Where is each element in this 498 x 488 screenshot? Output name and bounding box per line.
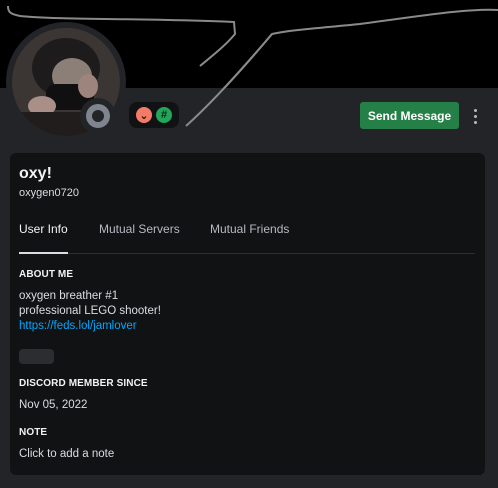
profile-tabs: User Info Mutual Servers Mutual Friends [19, 221, 475, 254]
send-message-button[interactable]: Send Message [360, 102, 459, 129]
badge-list: ⌄ # [129, 102, 179, 128]
profile-card: oxy! oxygen0720 User Info Mutual Servers… [10, 153, 485, 475]
role-pill [19, 349, 54, 364]
member-since-heading: DISCORD MEMBER SINCE [19, 378, 148, 389]
note-heading: NOTE [19, 427, 48, 438]
username: oxygen0720 [19, 187, 79, 199]
tab-mutual-friends[interactable]: Mutual Friends [210, 222, 289, 254]
note-input[interactable]: Click to add a note [19, 447, 114, 462]
offline-status-icon [86, 104, 110, 128]
about-line-2: professional LEGO shooter! [19, 305, 161, 317]
hashtag-badge-icon[interactable]: # [156, 107, 172, 123]
about-link[interactable]: https://feds.lol/jamlover [19, 319, 137, 334]
member-since-date: Nov 05, 2022 [19, 399, 88, 411]
hypesquad-badge-icon[interactable]: ⌄ [136, 107, 152, 123]
about-me-heading: ABOUT ME [19, 269, 74, 280]
more-options-icon[interactable] [468, 104, 482, 128]
tab-mutual-servers[interactable]: Mutual Servers [99, 222, 180, 254]
tab-user-info[interactable]: User Info [19, 222, 68, 254]
about-line-1: oxygen breather #1 [19, 290, 119, 302]
display-name: oxy! [19, 165, 52, 182]
